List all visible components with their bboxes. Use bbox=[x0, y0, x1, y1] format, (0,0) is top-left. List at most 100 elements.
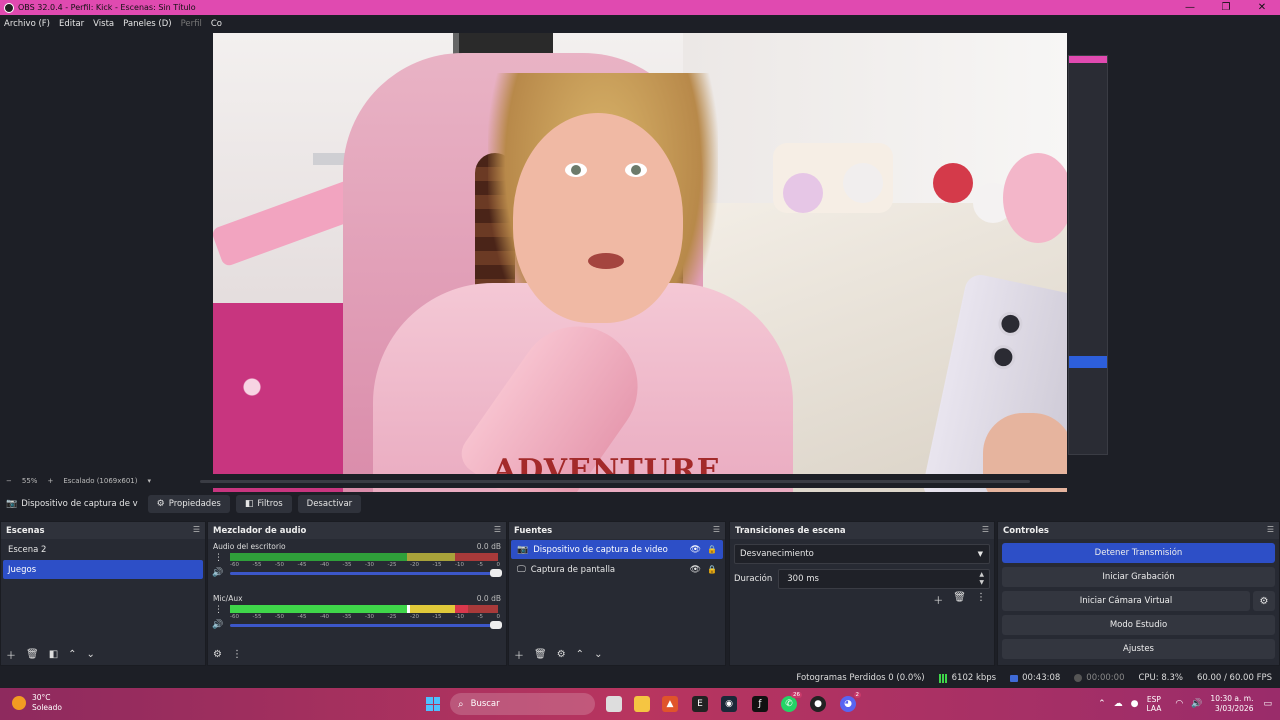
duration-input[interactable]: 300 ms ▲ ▼ bbox=[778, 569, 990, 589]
zoom-out-button[interactable]: − bbox=[6, 477, 12, 485]
whatsapp-icon[interactable]: ✆ 26 bbox=[781, 692, 802, 712]
volume-meter bbox=[230, 553, 498, 561]
add-icon[interactable]: ＋ bbox=[514, 647, 524, 662]
maximize-button[interactable]: ❐ bbox=[1208, 0, 1244, 15]
scaling-dropdown[interactable]: ▾ bbox=[148, 477, 152, 485]
start-recording-button[interactable]: Iniciar Grabación bbox=[1002, 567, 1275, 587]
settings-button[interactable]: Ajustes bbox=[1002, 639, 1275, 659]
lock-icon[interactable]: 🔒 bbox=[707, 545, 717, 554]
menu-colecciones[interactable]: Co bbox=[211, 19, 222, 29]
add-icon[interactable]: ＋ bbox=[6, 647, 16, 662]
stop-stream-button[interactable]: Detener Transmisión bbox=[1002, 543, 1275, 563]
scene-item-selected[interactable]: Juegos bbox=[3, 560, 203, 579]
language-indicator[interactable]: ESP LAA bbox=[1147, 695, 1162, 713]
deactivate-button[interactable]: Desactivar bbox=[297, 495, 362, 513]
spinner-icon[interactable]: ▲ ▼ bbox=[979, 571, 984, 587]
source-toolbar-name: 📷 Dispositivo de captura de v bbox=[6, 499, 138, 509]
transition-select[interactable]: Desvanecimiento ▼ bbox=[734, 544, 990, 564]
weather-widget[interactable]: 30°C Soleado bbox=[12, 693, 62, 713]
camera-icon: 📷 bbox=[517, 544, 529, 555]
window-controls: — ❐ ✕ bbox=[1172, 0, 1280, 15]
task-view-icon[interactable] bbox=[606, 696, 622, 712]
speaker-icon[interactable]: 🔊 bbox=[212, 620, 223, 630]
app-icon[interactable]: ƒ bbox=[752, 696, 768, 712]
dock-menu-icon[interactable]: ☰ bbox=[494, 525, 501, 534]
mixer-channel-desktop: Audio del escritorio 0.0 dB ⋮ -60 -55 -50-… bbox=[208, 539, 506, 591]
move-down-icon[interactable]: ⌄ bbox=[594, 649, 602, 660]
trash-icon[interactable]: 🗑 bbox=[26, 649, 39, 660]
clock[interactable]: 10:30 a. m. 3/03/2026 bbox=[1210, 694, 1253, 714]
tray-app-icon[interactable]: ● bbox=[1131, 699, 1139, 709]
channel-name: Audio del escritorio bbox=[213, 542, 286, 551]
epic-games-icon[interactable]: E bbox=[692, 696, 708, 712]
filter-icon[interactable]: ◧ bbox=[49, 649, 58, 660]
record-time: 00:00:00 bbox=[1074, 673, 1124, 683]
preview-scrollbar[interactable] bbox=[200, 480, 1030, 483]
trash-icon[interactable]: 🗑 bbox=[534, 649, 547, 660]
controls-header: Controles ☰ bbox=[998, 522, 1279, 539]
temperature: 30°C bbox=[32, 693, 51, 702]
windows-start-icon[interactable] bbox=[426, 697, 440, 711]
sun-icon bbox=[12, 696, 26, 710]
start-virtual-cam-button[interactable]: Iniciar Cámara Virtual bbox=[1002, 591, 1250, 611]
speaker-icon[interactable]: 🔊 bbox=[212, 568, 223, 578]
trash-icon[interactable]: 🗑 bbox=[953, 592, 966, 607]
filters-button[interactable]: ◧ Filtros bbox=[235, 495, 292, 513]
menu-vista[interactable]: Vista bbox=[93, 19, 114, 29]
taskbar-search[interactable]: ⌕ Buscar bbox=[450, 693, 595, 715]
brave-icon[interactable]: ▲ bbox=[662, 696, 678, 712]
add-icon[interactable]: ＋ bbox=[933, 592, 943, 607]
kebab-icon[interactable]: ⋮ bbox=[214, 605, 223, 615]
studio-mode-button[interactable]: Modo Estudio bbox=[1002, 615, 1275, 635]
advanced-audio-icon[interactable]: ⚙ bbox=[213, 649, 222, 660]
menu-perfil[interactable]: Perfil bbox=[181, 19, 202, 29]
meter-ticks: -60 -55 -50 -45 -40 -35 -30 -25 -20 -15 -10 -5 0 bbox=[230, 562, 500, 568]
dock-menu-icon[interactable]: ☰ bbox=[193, 525, 200, 534]
chevron-up-icon[interactable]: ⌃ bbox=[1098, 699, 1106, 709]
zoom-in-button[interactable]: + bbox=[47, 477, 53, 485]
duration-label: Duración bbox=[734, 574, 773, 584]
move-up-icon[interactable]: ⌃ bbox=[68, 649, 76, 660]
virtual-cam-row: Iniciar Cámara Virtual ⚙ bbox=[1002, 591, 1275, 611]
close-button[interactable]: ✕ bbox=[1244, 0, 1280, 15]
scene-item[interactable]: Escena 2 bbox=[3, 540, 203, 559]
kebab-icon[interactable]: ⋮ bbox=[214, 553, 223, 563]
eye-icon[interactable]: 👁 bbox=[690, 565, 701, 575]
wifi-icon[interactable]: ◠ bbox=[1175, 699, 1183, 709]
gear-icon[interactable]: ⚙ bbox=[557, 649, 566, 660]
menu-editar[interactable]: Editar bbox=[59, 19, 84, 29]
dock-menu-icon[interactable]: ☰ bbox=[713, 525, 720, 534]
eye-icon[interactable]: 👁 bbox=[690, 545, 701, 555]
volume-icon[interactable]: 🔊 bbox=[1191, 699, 1202, 709]
zoom-bar: − 55% + Escalado (1069x601) ▾ bbox=[0, 474, 1280, 488]
camera-preview[interactable]: ADVENTURE bbox=[213, 33, 1067, 513]
kebab-icon[interactable]: ⋮ bbox=[976, 592, 986, 607]
minimize-button[interactable]: — bbox=[1172, 0, 1208, 15]
menu-paneles[interactable]: Paneles (D) bbox=[123, 19, 171, 29]
channel-name: Mic/Aux bbox=[213, 594, 243, 603]
obs-icon[interactable]: ● bbox=[810, 696, 826, 712]
move-down-icon[interactable]: ⌄ bbox=[87, 649, 95, 660]
cloud-icon[interactable]: ☁ bbox=[1114, 699, 1123, 709]
preview-area[interactable]: ADVENTURE bbox=[0, 33, 1280, 513]
file-explorer-icon[interactable] bbox=[634, 696, 650, 712]
volume-slider[interactable] bbox=[230, 569, 502, 577]
move-up-icon[interactable]: ⌃ bbox=[576, 649, 584, 660]
kebab-icon[interactable]: ⋮ bbox=[232, 649, 242, 660]
menu-bar: Archivo (F) Editar Vista Paneles (D) Per… bbox=[0, 15, 1280, 33]
steam-icon[interactable]: ◉ bbox=[721, 696, 737, 712]
dock-menu-icon[interactable]: ☰ bbox=[982, 525, 989, 534]
gear-icon[interactable]: ⚙ bbox=[1253, 591, 1275, 611]
discord-icon[interactable]: ◕ 2 bbox=[840, 692, 861, 712]
properties-button[interactable]: ⚙ Propiedades bbox=[147, 495, 230, 513]
notification-icon[interactable]: ▭ bbox=[1263, 699, 1272, 709]
mixer-footer: ⚙ ⋮ bbox=[208, 643, 506, 665]
dock-menu-icon[interactable]: ☰ bbox=[1267, 525, 1274, 534]
status-bar: Fotogramas Perdidos 0 (0.0%) 6102 kbps 0… bbox=[0, 668, 1280, 688]
dropped-frames: Fotogramas Perdidos 0 (0.0%) bbox=[796, 673, 925, 683]
lock-icon[interactable]: 🔒 bbox=[707, 565, 717, 574]
source-item[interactable]: 🖵 Captura de pantalla 👁 🔒 bbox=[511, 560, 723, 579]
menu-archivo[interactable]: Archivo (F) bbox=[4, 19, 50, 29]
source-item-selected[interactable]: 📷 Dispositivo de captura de video 👁 🔒 bbox=[511, 540, 723, 559]
volume-slider[interactable] bbox=[230, 621, 502, 629]
